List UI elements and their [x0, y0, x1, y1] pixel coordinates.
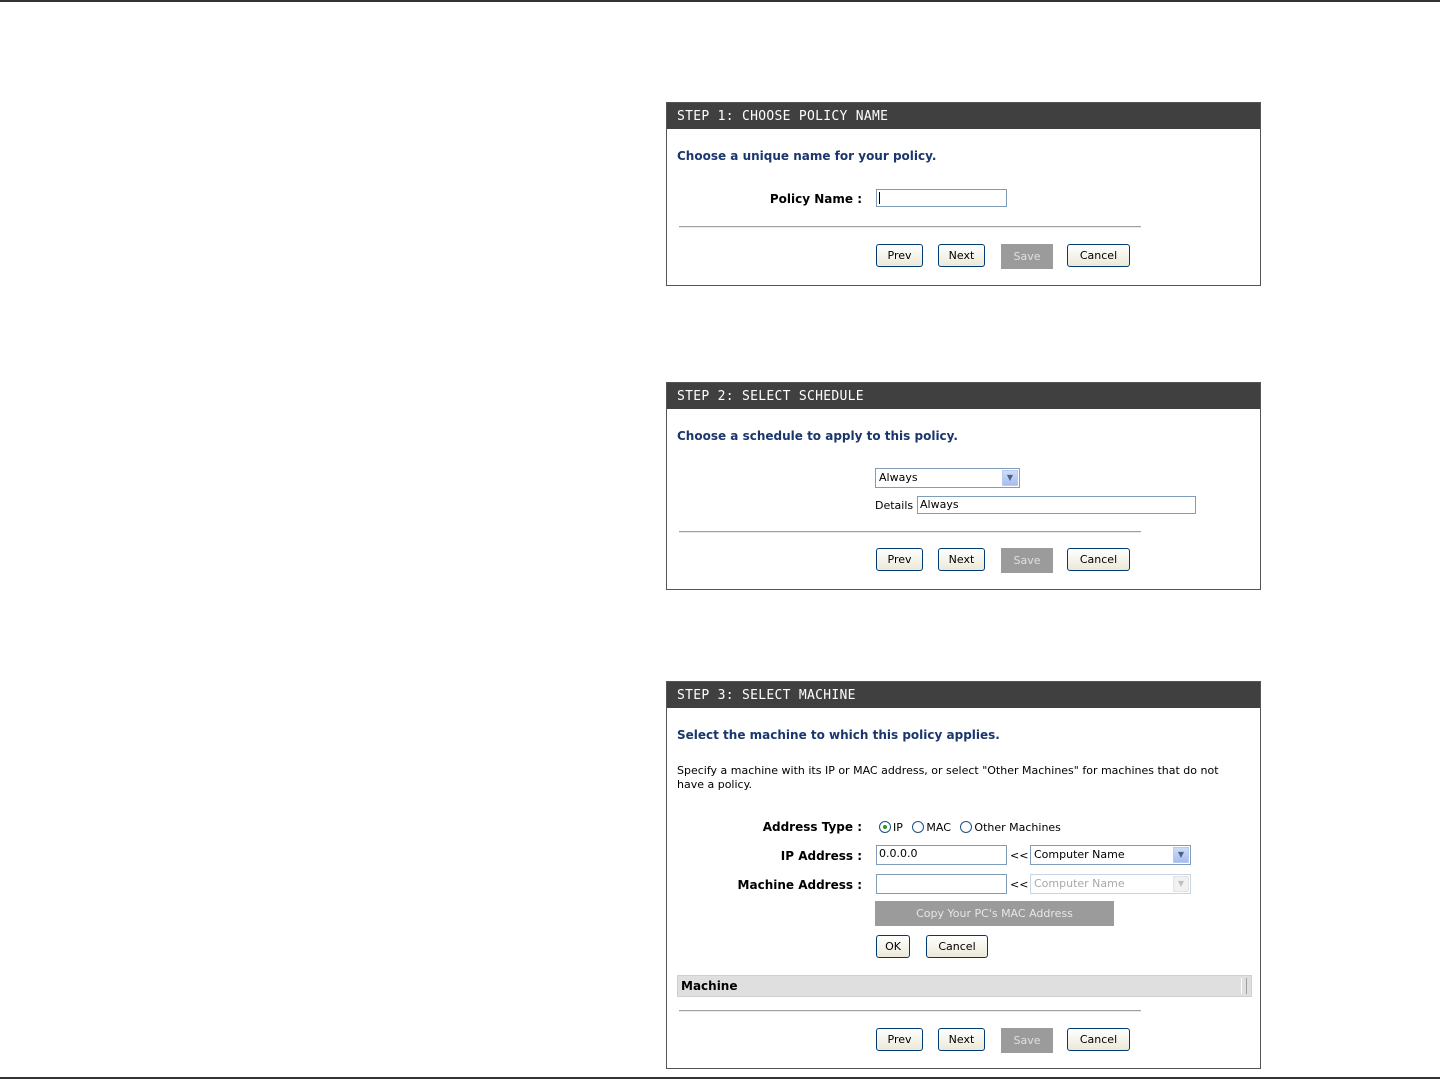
schedule-select[interactable]: Always ▼	[875, 468, 1020, 488]
policy-name-label: Policy Name :	[769, 192, 862, 206]
prev-button[interactable]: Prev	[876, 1028, 923, 1051]
computer-name-select-disabled: Computer Name ▼	[1030, 874, 1191, 894]
divider	[679, 531, 1141, 533]
machine-cancel-button[interactable]: Cancel	[926, 935, 988, 958]
address-type-radios: IP MAC Other Machines	[879, 820, 1067, 834]
machine-table-header: Machine	[677, 975, 1252, 997]
divider	[679, 1010, 1141, 1012]
step1-subtitle: Choose a unique name for your policy.	[677, 149, 937, 163]
cancel-button[interactable]: Cancel	[1067, 244, 1130, 267]
next-button[interactable]: Next	[938, 1028, 985, 1051]
save-button: Save	[1001, 1028, 1053, 1053]
bottom-rule	[0, 1077, 1440, 1079]
computer-name-select-value: Computer Name	[1034, 877, 1125, 890]
ip-address-input[interactable]: 0.0.0.0	[876, 845, 1007, 865]
radio-mac[interactable]: MAC	[912, 820, 951, 834]
policy-name-input[interactable]	[876, 189, 1007, 207]
radio-other-machines[interactable]: Other Machines	[960, 820, 1061, 834]
address-type-label: Address Type :	[762, 820, 862, 834]
chevron-down-icon: ▼	[1173, 876, 1189, 892]
step3-panel: STEP 3: SELECT MACHINE Select the machin…	[666, 681, 1261, 1069]
machine-column-header: Machine	[681, 979, 738, 993]
details-label: Details :	[875, 499, 921, 512]
step3-subtitle: Select the machine to which this policy …	[677, 728, 1000, 742]
arrow-text: <<	[1010, 849, 1029, 862]
save-button: Save	[1001, 548, 1053, 573]
cancel-button[interactable]: Cancel	[1067, 1028, 1130, 1051]
machine-address-label: Machine Address :	[737, 878, 862, 892]
arrow-text: <<	[1010, 878, 1029, 891]
computer-name-select[interactable]: Computer Name ▼	[1030, 845, 1191, 865]
schedule-select-value: Always	[879, 471, 918, 484]
step3-description: Specify a machine with its IP or MAC add…	[677, 764, 1219, 791]
radio-icon	[912, 821, 925, 833]
column-resize-grip[interactable]	[1241, 978, 1247, 994]
prev-button[interactable]: Prev	[876, 244, 923, 267]
prev-button[interactable]: Prev	[876, 548, 923, 571]
step3-header: STEP 3: SELECT MACHINE	[667, 682, 1260, 708]
cancel-button[interactable]: Cancel	[1067, 548, 1130, 571]
save-button: Save	[1001, 244, 1053, 269]
details-field: Always	[917, 496, 1196, 514]
next-button[interactable]: Next	[938, 244, 985, 267]
radio-ip[interactable]: IP	[879, 820, 903, 834]
radio-icon	[960, 821, 973, 833]
step2-panel: STEP 2: SELECT SCHEDULE Choose a schedul…	[666, 382, 1261, 590]
chevron-down-icon: ▼	[1002, 470, 1018, 486]
copy-mac-address-button: Copy Your PC's MAC Address	[875, 901, 1114, 926]
divider	[679, 226, 1141, 228]
step2-subtitle: Choose a schedule to apply to this polic…	[677, 429, 958, 443]
ip-address-label: IP Address :	[780, 849, 862, 863]
text-caret	[879, 192, 880, 204]
ok-button[interactable]: OK	[876, 935, 910, 958]
step1-header: STEP 1: CHOOSE POLICY NAME	[667, 103, 1260, 129]
chevron-down-icon: ▼	[1173, 847, 1189, 863]
step2-header: STEP 2: SELECT SCHEDULE	[667, 383, 1260, 409]
step1-panel: STEP 1: CHOOSE POLICY NAME Choose a uniq…	[666, 102, 1261, 286]
next-button[interactable]: Next	[938, 548, 985, 571]
computer-name-select-value: Computer Name	[1034, 848, 1125, 861]
machine-address-input[interactable]	[876, 874, 1007, 894]
top-rule	[0, 0, 1440, 2]
radio-selected-icon	[879, 821, 891, 833]
